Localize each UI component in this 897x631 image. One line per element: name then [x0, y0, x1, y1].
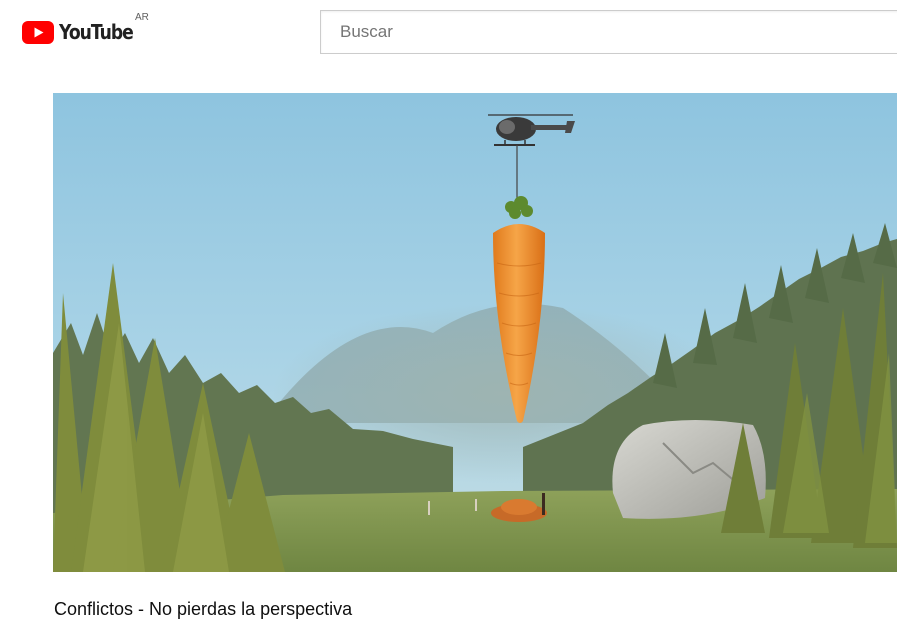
masthead: YouTube AR — [0, 0, 897, 66]
country-code: AR — [135, 12, 149, 23]
video-title: Conflictos - No pierdas la perspectiva — [54, 599, 353, 619]
logo-wordmark: YouTube — [59, 20, 134, 44]
search-box[interactable] — [320, 10, 897, 54]
youtube-play-icon — [22, 20, 54, 44]
video-player[interactable] — [53, 93, 897, 572]
youtube-logo[interactable]: YouTube — [22, 19, 145, 45]
search-input[interactable] — [321, 11, 897, 53]
video-frame — [53, 93, 897, 572]
